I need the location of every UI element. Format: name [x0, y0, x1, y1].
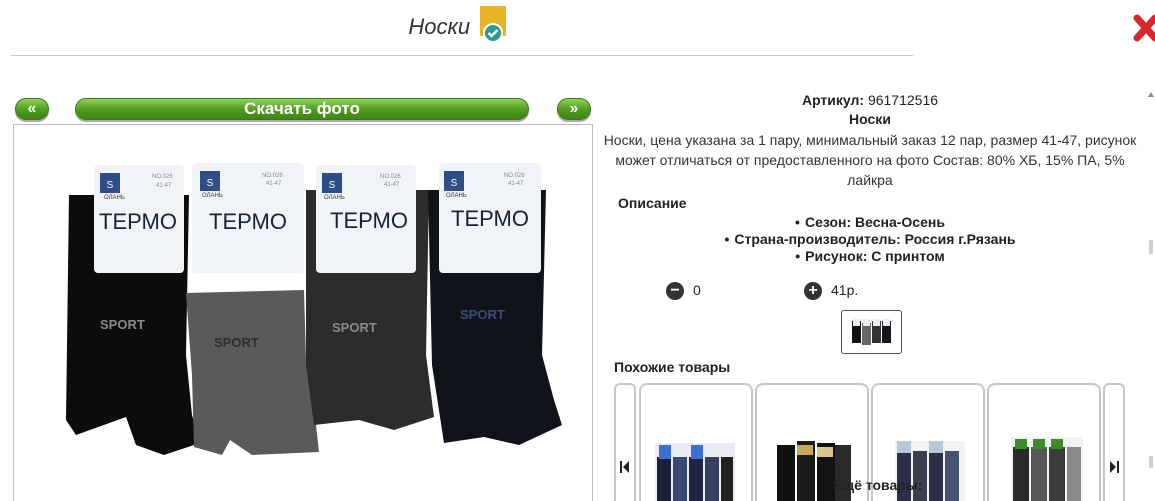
- svg-text:NO.026: NO.026: [504, 173, 525, 179]
- quantity-stepper: −0: [666, 282, 701, 301]
- svg-text:S: S: [329, 180, 336, 191]
- product-photo[interactable]: S ОЛАНЬ NO.026 41-47 ТЕРМО SPORT S ОЛАНЬ…: [13, 124, 593, 501]
- svg-text:ОЛАНЬ: ОЛАНЬ: [202, 193, 223, 199]
- header: Носки: [0, 6, 915, 46]
- svg-text:NO.026: NO.026: [380, 174, 401, 180]
- svg-text:S: S: [107, 180, 114, 191]
- verified-badge-icon: [479, 6, 507, 44]
- scrollbar[interactable]: [1147, 90, 1155, 501]
- svg-text:S: S: [207, 178, 214, 189]
- sock-2: S ОЛАНЬ NO.026 41-47 ТЕРМО SPORT: [186, 163, 319, 455]
- svg-text:41-47: 41-47: [266, 181, 282, 187]
- svg-text:41-47: 41-47: [156, 183, 172, 189]
- sock-4: S ОЛАНЬ NO.026 41-47 ТЕРМО SPORT: [428, 163, 562, 445]
- svg-text:ТЕРМО: ТЕРМО: [209, 209, 287, 234]
- similar-product-card[interactable]: [639, 383, 753, 501]
- next-photo-button[interactable]: »: [557, 98, 591, 120]
- svg-text:SPORT: SPORT: [100, 317, 145, 332]
- product-info: Артикул: 961712516 Носки Носки, цена ука…: [596, 92, 1144, 265]
- download-photo-button[interactable]: Скачать фото: [75, 98, 529, 120]
- minus-icon[interactable]: −: [666, 282, 684, 301]
- attribute-list: • Сезон: Весна-Осень • Страна-производител…: [596, 214, 1144, 265]
- price-block: +41р.: [804, 282, 859, 301]
- similar-product-card[interactable]: [987, 383, 1101, 501]
- svg-text:SPORT: SPORT: [214, 335, 259, 350]
- svg-text:S: S: [451, 178, 458, 189]
- svg-text:SPORT: SPORT: [332, 320, 377, 335]
- photo-navigation: « Скачать фото »: [15, 98, 593, 122]
- quantity-value: 0: [693, 282, 701, 298]
- svg-text:NO.026: NO.026: [262, 173, 283, 179]
- svg-text:ОЛАНЬ: ОЛАНЬ: [446, 193, 467, 199]
- attribute-item: • Рисунок: С принтом: [795, 248, 945, 264]
- plus-icon[interactable]: +: [804, 282, 822, 301]
- similar-products-title: Похожие товары: [614, 359, 731, 375]
- carousel-prev-button[interactable]: [614, 383, 636, 501]
- svg-text:ТЕРМО: ТЕРМО: [99, 209, 177, 234]
- svg-text:41-47: 41-47: [508, 181, 524, 187]
- price-value: 41р.: [831, 282, 859, 298]
- close-icon[interactable]: [1133, 12, 1155, 46]
- product-name: Носки: [849, 111, 891, 127]
- svg-text:ТЕРМО: ТЕРМО: [451, 206, 529, 231]
- page-title: Носки: [408, 14, 471, 39]
- article-value: 961712516: [867, 92, 939, 108]
- header-divider: [11, 55, 913, 56]
- sock-3: S ОЛАНЬ NO.026 41-47 ТЕРМО SPORT: [306, 165, 434, 430]
- svg-text:ОЛАНЬ: ОЛАНЬ: [324, 195, 345, 201]
- attribute-item: • Страна-производитель: Россия г.Рязань: [724, 231, 1016, 247]
- sock-1: S ОЛАНЬ NO.026 41-47 ТЕРМО SPORT: [66, 165, 200, 455]
- svg-text:ОЛАНЬ: ОЛАНЬ: [104, 195, 125, 201]
- svg-text:41-47: 41-47: [384, 182, 400, 188]
- description-heading: Описание: [618, 195, 687, 211]
- carousel-next-button[interactable]: [1103, 383, 1125, 501]
- more-products-title: Ещё товары:: [833, 477, 923, 493]
- attribute-item: • Сезон: Весна-Осень: [795, 214, 945, 230]
- svg-text:ТЕРМО: ТЕРМО: [330, 208, 408, 233]
- product-description: Носки, цена указана за 1 пару, минимальн…: [603, 132, 1137, 188]
- article-label: Артикул:: [801, 92, 865, 108]
- article-row: Артикул: 961712516: [596, 92, 1144, 108]
- svg-text:SPORT: SPORT: [460, 307, 505, 322]
- product-page: Носки « Скачать фото » S ОЛАНЬ NO.026 41…: [0, 0, 1155, 501]
- photo-thumbnail[interactable]: [841, 310, 902, 354]
- svg-text:NO.026: NO.026: [152, 174, 173, 180]
- prev-photo-button[interactable]: «: [15, 98, 49, 120]
